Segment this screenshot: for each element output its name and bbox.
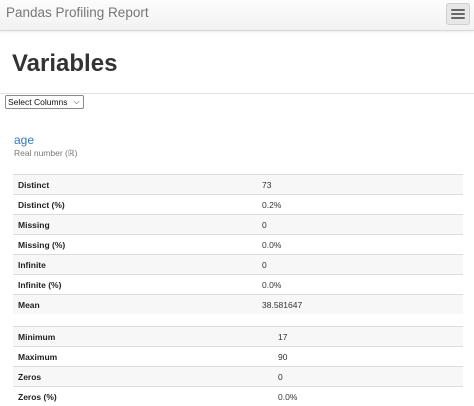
stat-label: Maximum [13, 347, 273, 367]
stat-value: 0 [257, 255, 463, 275]
stat-label: Missing [13, 215, 257, 235]
table-row: Distinct (%) 0.2% [13, 195, 463, 215]
navbar: Pandas Profiling Report [0, 0, 474, 31]
navbar-brand[interactable]: Pandas Profiling Report [6, 5, 149, 20]
stat-value: 0.0% [257, 235, 463, 255]
stat-value: 0.0% [257, 275, 463, 295]
stat-value: 90 [273, 347, 463, 367]
table-row: Missing 0 [13, 215, 463, 235]
select-columns-dropdown[interactable]: Select Columns ⌵ [5, 95, 84, 109]
stats-table-secondary: Minimum 17 Maximum 90 Zeros 0 Zeros (%) … [13, 326, 463, 406]
stat-label: Zeros (%) [13, 387, 273, 406]
stat-label: Distinct (%) [13, 195, 257, 215]
stat-label: Mean [13, 295, 257, 315]
stats-table-primary: Distinct 73 Distinct (%) 0.2% Missing 0 … [13, 174, 463, 314]
stat-label: Infinite (%) [13, 275, 257, 295]
stat-value: 0.2% [257, 195, 463, 215]
hamburger-menu-icon[interactable] [446, 3, 470, 25]
stat-value: 0.0% [273, 387, 463, 406]
stat-label: Minimum [13, 327, 273, 347]
stat-value: 0 [257, 215, 463, 235]
stat-value: 17 [273, 327, 463, 347]
table-row: Maximum 90 [13, 347, 463, 367]
variable-type: Real number (ℝ) [14, 148, 77, 159]
table-row: Infinite (%) 0.0% [13, 275, 463, 295]
chevron-down-icon: ⌵ [73, 96, 79, 108]
table-row: Infinite 0 [13, 255, 463, 275]
stat-value: 0 [273, 367, 463, 387]
stat-value: 73 [257, 175, 463, 195]
table-row: Zeros (%) 0.0% [13, 387, 463, 406]
table-row: Minimum 17 [13, 327, 463, 347]
stat-label: Infinite [13, 255, 257, 275]
select-columns-label: Select Columns [8, 97, 68, 107]
stat-label: Zeros [13, 367, 273, 387]
stat-value: 38.581647 [257, 295, 463, 315]
table-row: Missing (%) 0.0% [13, 235, 463, 255]
table-row: Mean 38.581647 [13, 295, 463, 315]
page-title: Variables [12, 50, 117, 78]
table-row: Zeros 0 [13, 367, 463, 387]
variable-name-link[interactable]: age [14, 133, 34, 147]
table-row: Distinct 73 [13, 175, 463, 195]
stat-label: Missing (%) [13, 235, 257, 255]
divider [0, 93, 474, 94]
stat-label: Distinct [13, 175, 257, 195]
